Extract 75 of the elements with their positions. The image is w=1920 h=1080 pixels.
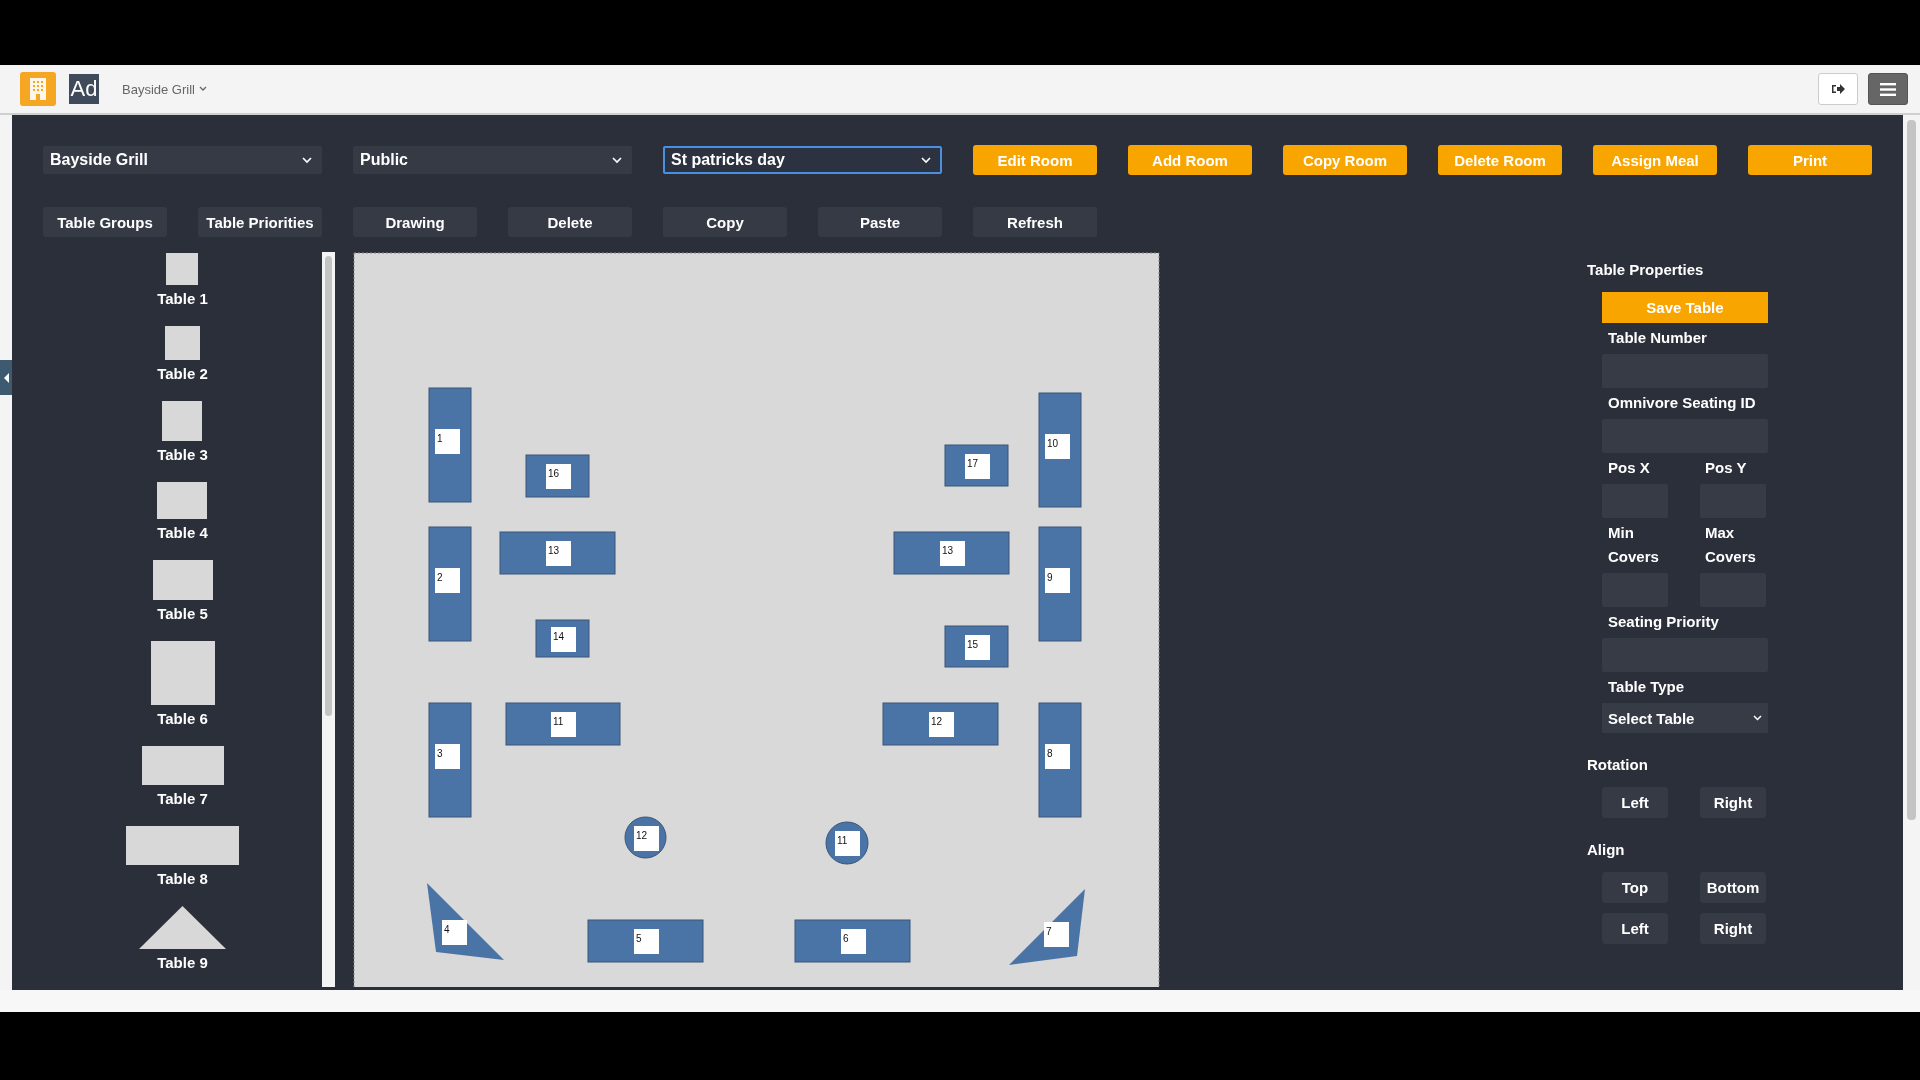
floor-table[interactable]: 2: [428, 526, 472, 642]
tool-button[interactable]: Table Groups: [43, 207, 167, 237]
field-label: Table Type: [1608, 677, 1685, 697]
tool-button[interactable]: Table Priorities: [198, 207, 322, 237]
app-badge[interactable]: Ad: [69, 74, 99, 104]
rotate-button[interactable]: Right: [1700, 787, 1766, 818]
floor-table[interactable]: 5: [587, 919, 704, 963]
tool-button[interactable]: Copy: [663, 207, 787, 237]
dropdown-field[interactable]: St patricks day: [663, 146, 942, 174]
field-label: Pos Y: [1705, 458, 1748, 478]
floor-table[interactable]: 3: [428, 702, 472, 818]
floor-table[interactable]: 14: [535, 619, 590, 658]
table-shape-icon[interactable]: [166, 253, 199, 285]
tool-button[interactable]: Delete: [508, 207, 632, 237]
dropdown-field[interactable]: Bayside Grill: [43, 146, 322, 174]
caret-icon: [198, 86, 207, 92]
align-button[interactable]: Left: [1602, 913, 1668, 944]
panel-title: Table Properties: [1587, 260, 1704, 280]
scrollbar[interactable]: [1903, 115, 1920, 990]
table-shape-icon[interactable]: [162, 401, 203, 441]
caret-icon: [921, 156, 931, 164]
floor-table[interactable]: 17: [944, 444, 1009, 487]
caret-icon: [612, 156, 622, 164]
floor-table[interactable]: 11: [505, 702, 621, 746]
collapse-handle[interactable]: [0, 360, 12, 395]
align-button[interactable]: Right: [1700, 913, 1766, 944]
caret-icon: [1753, 715, 1762, 721]
table-label: Table 8: [157, 870, 208, 888]
field-label: Pos X: [1608, 458, 1651, 478]
floor-table[interactable]: 12: [624, 816, 667, 859]
align-button[interactable]: Top: [1602, 872, 1668, 903]
table-label: Table 2: [157, 365, 208, 383]
menu-icon: [1880, 82, 1896, 96]
table-label: Table 9: [157, 954, 208, 972]
field-label: Omnivore Seating ID: [1608, 393, 1757, 413]
floor-table[interactable]: 10: [1038, 392, 1082, 508]
table-label: Table 6: [157, 710, 208, 728]
floor-table[interactable]: 11: [825, 821, 869, 865]
table-label: Table 5: [157, 605, 208, 623]
floor-table[interactable]: 13: [499, 531, 616, 575]
section-title: Rotation: [1587, 755, 1648, 775]
floor-table[interactable]: 7: [1009, 889, 1085, 965]
rotate-button[interactable]: Left: [1602, 787, 1668, 818]
building-icon[interactable]: [20, 72, 56, 106]
floor-table[interactable]: 15: [944, 625, 1009, 668]
field-label: Max Covers: [1705, 523, 1757, 567]
menu-button[interactable]: [1868, 73, 1908, 105]
floor-table[interactable]: 16: [525, 454, 590, 498]
field-label: Min Covers: [1608, 523, 1660, 567]
floor-table[interactable]: 4: [427, 883, 504, 960]
table-type-dropdown[interactable]: Select Table: [1602, 703, 1768, 733]
floor-table[interactable]: 1: [428, 387, 472, 503]
table-label: Table 4: [157, 524, 208, 542]
table-label: Table 7: [157, 790, 208, 808]
align-button[interactable]: Bottom: [1700, 872, 1766, 903]
tool-button[interactable]: Refresh: [973, 207, 1097, 237]
caret-icon: [302, 156, 312, 164]
floor-table[interactable]: 6: [794, 919, 911, 963]
logout-icon: [1831, 83, 1845, 95]
field-label: Table Number: [1608, 328, 1707, 348]
field-label: Seating Priority: [1608, 612, 1719, 632]
floor-table[interactable]: 8: [1038, 702, 1082, 818]
section-title: Align: [1587, 840, 1625, 860]
tool-button[interactable]: Drawing: [353, 207, 477, 237]
dropdown-field[interactable]: Public: [353, 146, 632, 174]
venue-dropdown[interactable]: Bayside Grill: [118, 81, 211, 97]
logout-button[interactable]: [1818, 73, 1858, 105]
table-label: Table 1: [157, 290, 208, 308]
scrollbar[interactable]: [322, 252, 335, 987]
triangle-table-icon[interactable]: [139, 906, 226, 949]
floor-table[interactable]: 13: [893, 531, 1010, 575]
tool-button[interactable]: Paste: [818, 207, 942, 237]
table-label: Table 3: [157, 446, 208, 464]
floor-table[interactable]: 12: [882, 702, 999, 746]
floor-table[interactable]: 9: [1038, 526, 1082, 642]
